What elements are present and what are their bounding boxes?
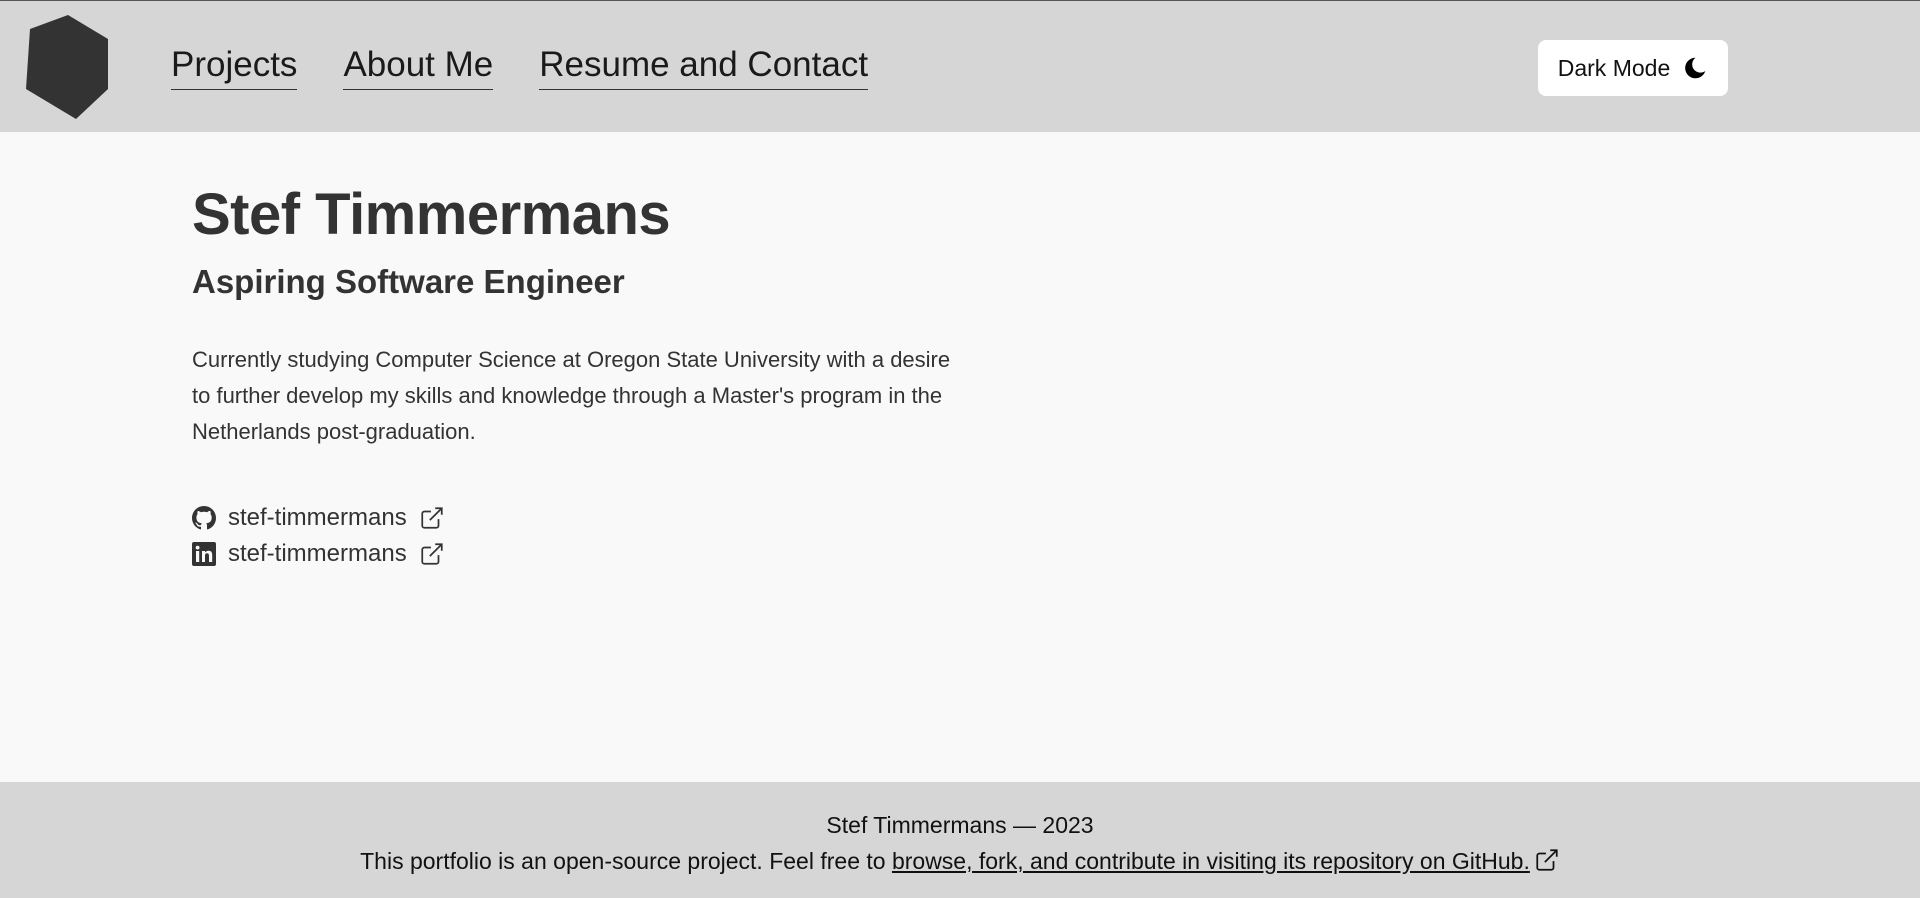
bio-text: Currently studying Computer Science at O… xyxy=(192,347,951,444)
footer-note: This portfolio is an open-source project… xyxy=(0,846,1920,876)
footer-copyright: Stef Timmermans — 2023 xyxy=(826,812,1094,838)
github-link[interactable]: stef-timmermans xyxy=(228,504,407,532)
site-footer: Stef Timmermans — 2023 This portfolio is… xyxy=(0,782,1920,898)
dark-mode-label: Dark Mode xyxy=(1557,54,1671,81)
linkedin-icon xyxy=(192,542,216,566)
page-title: Stef Timmermans xyxy=(192,182,671,247)
external-link-icon[interactable] xyxy=(419,541,445,567)
footer-repo-link[interactable]: browse, fork, and contribute in visiting… xyxy=(892,848,1530,874)
social-links: stef-timmermans stef-timmermans xyxy=(192,500,992,572)
page-subtitle: Aspiring Software Engineer xyxy=(192,263,625,300)
nav-projects[interactable]: Projects xyxy=(171,45,298,90)
main-nav: Projects About Me Resume and Contact xyxy=(171,45,869,90)
footer-note-text: This portfolio is an open-source project… xyxy=(360,848,892,874)
dark-mode-button[interactable]: Dark Mode xyxy=(1538,40,1728,96)
linkedin-link[interactable]: stef-timmermans xyxy=(228,540,407,568)
external-link-icon[interactable] xyxy=(1534,847,1560,873)
github-icon xyxy=(192,506,216,530)
external-link-icon[interactable] xyxy=(419,505,445,531)
github-link-row: stef-timmermans xyxy=(192,500,992,536)
nav-resume-contact[interactable]: Resume and Contact xyxy=(539,45,869,90)
hexagon-logo-icon[interactable] xyxy=(24,15,112,119)
linkedin-link-row: stef-timmermans xyxy=(192,536,992,572)
nav-about-me[interactable]: About Me xyxy=(343,45,494,90)
hero-section: Stef Timmermans Aspiring Software Engine… xyxy=(192,180,992,572)
site-header: Projects About Me Resume and Contact Dar… xyxy=(0,1,1920,132)
moon-icon xyxy=(1685,57,1706,79)
